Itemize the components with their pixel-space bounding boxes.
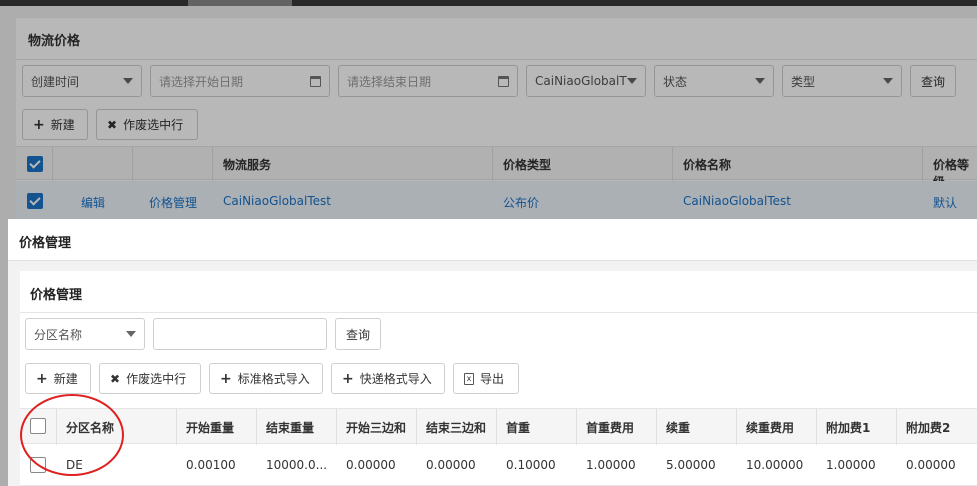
column-divider	[56, 409, 57, 445]
zone-search-input[interactable]	[153, 318, 327, 350]
column-divider	[576, 409, 577, 445]
row-checkbox[interactable]	[30, 457, 46, 473]
select-all-checkbox[interactable]	[30, 418, 46, 434]
cell-end-weight: 10000.0...	[266, 458, 328, 472]
column-divider	[336, 409, 337, 445]
search-label: 查询	[345, 327, 370, 342]
header-zone-name: 分区名称	[66, 421, 115, 435]
new-button[interactable]: + 新建	[25, 363, 91, 394]
header-surcharge-1: 附加费1	[826, 421, 871, 435]
modal-title: 价格管理	[19, 236, 72, 251]
cell-first-weight-fee: 1.00000	[586, 458, 636, 472]
express-import-button[interactable]: + 快递格式导入	[331, 363, 445, 394]
plus-icon: +	[220, 370, 232, 387]
express-import-label: 快递格式导入	[359, 372, 432, 386]
search-button[interactable]: 查询	[335, 318, 381, 350]
cell-additional-weight-fee: 10.00000	[746, 458, 804, 472]
panel-title: 价格管理	[30, 288, 83, 303]
cell-end-dim-sum: 0.00000	[426, 458, 476, 472]
new-label: 新建	[53, 372, 78, 386]
plus-icon: +	[342, 370, 354, 387]
standard-import-label: 标准格式导入	[237, 372, 310, 386]
header-surcharge-2: 附加费2	[906, 421, 951, 435]
close-icon: ✖	[110, 371, 121, 386]
export-button[interactable]: x 导出	[453, 363, 519, 394]
cell-start-dim-sum: 0.00000	[346, 458, 396, 472]
price-manage-panel: 价格管理 分区名称 查询 + 新建 ✖ 作废选中行 + 标准格式导入 + 快递格…	[20, 271, 977, 486]
cell-start-weight: 0.00100	[186, 458, 236, 472]
plus-icon: +	[36, 370, 48, 387]
header-start-weight: 开始重量	[186, 421, 235, 435]
column-divider	[176, 409, 177, 445]
column-divider	[256, 409, 257, 445]
table-row[interactable]: DE 0.00100 10000.0... 0.00000 0.00000 0.…	[20, 444, 977, 486]
export-icon: x	[464, 372, 474, 385]
header-first-weight-fee: 首重费用	[586, 421, 635, 435]
header-end-dim-sum: 结束三边和	[426, 421, 487, 435]
cell-surcharge-1: 1.00000	[826, 458, 876, 472]
panel-header: 价格管理	[20, 271, 977, 313]
column-divider	[496, 409, 497, 445]
modal-header: 价格管理	[8, 219, 977, 261]
column-divider	[416, 409, 417, 445]
cell-additional-weight: 5.00000	[666, 458, 716, 472]
header-start-dim-sum: 开始三边和	[346, 421, 407, 435]
chevron-down-icon	[126, 331, 136, 337]
header-first-weight: 首重	[506, 421, 531, 435]
cell-surcharge-2: 0.00000	[906, 458, 956, 472]
header-additional-weight: 续重	[666, 421, 691, 435]
void-label: 作废选中行	[126, 372, 187, 386]
column-divider	[816, 409, 817, 445]
zone-name-select-value: 分区名称	[34, 327, 83, 342]
column-divider	[896, 409, 897, 445]
export-label: 导出	[480, 372, 505, 386]
cell-first-weight: 0.10000	[506, 458, 556, 472]
header-additional-weight-fee: 续重费用	[746, 421, 795, 435]
cell-zone-name: DE	[66, 458, 83, 472]
header-end-weight: 结束重量	[266, 421, 315, 435]
standard-import-button[interactable]: + 标准格式导入	[209, 363, 323, 394]
column-divider	[656, 409, 657, 445]
price-table-header: 分区名称 开始重量 结束重量 开始三边和 结束三边和 首重 首重费用 续重 续重…	[20, 408, 977, 445]
price-manage-modal: 价格管理 价格管理 分区名称 查询 + 新建 ✖ 作废选中行 + 标准格式导入 …	[8, 219, 977, 486]
void-selected-button[interactable]: ✖ 作废选中行	[99, 363, 201, 394]
column-divider	[736, 409, 737, 445]
modal-body: 价格管理 分区名称 查询 + 新建 ✖ 作废选中行 + 标准格式导入 + 快递格…	[8, 261, 977, 486]
zone-name-select[interactable]: 分区名称	[25, 318, 145, 350]
